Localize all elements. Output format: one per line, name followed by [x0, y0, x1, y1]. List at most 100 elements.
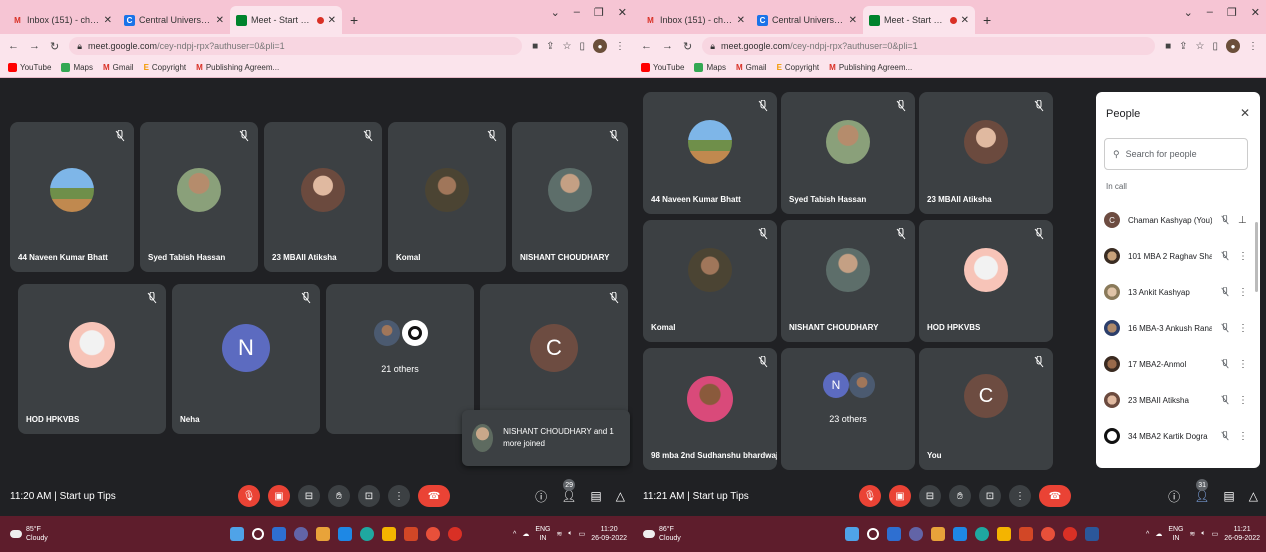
- store-icon[interactable]: [953, 527, 967, 541]
- info-icon[interactable]: ⓘ: [1168, 488, 1180, 505]
- bookmark-maps[interactable]: Maps: [694, 63, 726, 72]
- share-icon[interactable]: ⇪: [546, 41, 554, 52]
- leave-call-button[interactable]: ☎︎: [418, 485, 450, 507]
- profile-avatar[interactable]: ●: [1226, 39, 1240, 53]
- person-row[interactable]: 34 MBA2 Kartik Dogra ⋮: [1096, 418, 1254, 454]
- tab-gmail[interactable]: M Inbox (151) - chamankashyap19 ✕: [639, 6, 751, 34]
- weather-widget[interactable]: 86°F Cloudy: [643, 525, 681, 543]
- people-button[interactable]: 31 👤︎: [1194, 479, 1209, 503]
- word-icon[interactable]: [1085, 527, 1099, 541]
- activities-icon[interactable]: △: [1249, 489, 1258, 503]
- recorder-icon[interactable]: [448, 527, 462, 541]
- more-options-icon[interactable]: ⋮: [1238, 431, 1248, 442]
- folder-icon[interactable]: [997, 527, 1011, 541]
- participant-tile[interactable]: 98 mba 2nd Sudhanshu bhardwaj: [643, 348, 777, 470]
- camera-toggle-button[interactable]: ▣: [268, 485, 290, 507]
- windows-icon[interactable]: [230, 527, 244, 541]
- app-icon[interactable]: [404, 527, 418, 541]
- close-icon[interactable]: ✕: [216, 15, 224, 26]
- participant-tile[interactable]: HOD HPKVBS: [919, 220, 1053, 342]
- bookmark-publishing[interactable]: M Publishing Agreem...: [196, 63, 279, 72]
- menu-icon[interactable]: ⋮: [1248, 41, 1258, 52]
- new-tab-icon[interactable]: +: [342, 12, 366, 34]
- participant-tile[interactable]: 23 MBAII Atiksha: [264, 122, 382, 272]
- participant-group-tile[interactable]: 21 others: [326, 284, 474, 434]
- people-button[interactable]: 29 👤︎: [561, 479, 576, 503]
- address-bar[interactable]: 🔒︎ meet.google.com/cey-ndpj-rpx?authuser…: [69, 37, 523, 55]
- app-icon[interactable]: [1019, 527, 1033, 541]
- explorer-icon[interactable]: [316, 527, 330, 541]
- person-row[interactable]: 17 MBA2-Anmol ⋮: [1096, 346, 1254, 382]
- teams-icon[interactable]: [294, 527, 308, 541]
- clock[interactable]: 11:21 26-09-2022: [1224, 525, 1260, 543]
- sidepanel-icon[interactable]: ▯: [579, 41, 585, 52]
- pin-icon[interactable]: ⊥: [1238, 215, 1247, 226]
- bookmark-copyright[interactable]: E Copyright: [144, 63, 187, 72]
- chevron-up-icon[interactable]: ^: [1146, 531, 1149, 538]
- battery-icon[interactable]: ▭: [1212, 530, 1219, 538]
- teams-icon[interactable]: [909, 527, 923, 541]
- forward-icon[interactable]: →: [29, 40, 40, 52]
- bookmark-publishing[interactable]: M Publishing Agreem...: [829, 63, 912, 72]
- star-icon[interactable]: ☆: [563, 41, 572, 52]
- participant-tile[interactable]: Komal: [643, 220, 777, 342]
- mic-toggle-button[interactable]: 🎙︎: [238, 485, 260, 507]
- participant-tile[interactable]: NISHANT CHOUDHARY: [781, 220, 915, 342]
- chat-icon[interactable]: ▤: [1223, 489, 1234, 503]
- reload-icon[interactable]: ↻: [50, 40, 59, 53]
- close-icon[interactable]: ✕: [1240, 106, 1250, 120]
- tray-lang[interactable]: ENG: [1168, 526, 1183, 533]
- forward-icon[interactable]: →: [662, 40, 673, 52]
- camera-icon[interactable]: ■: [532, 41, 538, 52]
- minimize-icon[interactable]: –: [1207, 6, 1213, 19]
- windows-icon[interactable]: [845, 527, 859, 541]
- participant-tile[interactable]: Syed Tabish Hassan: [140, 122, 258, 272]
- restore-icon[interactable]: ❐: [1227, 6, 1237, 19]
- participant-tile[interactable]: NISHANT CHOUDHARY: [512, 122, 628, 272]
- folder-icon[interactable]: [382, 527, 396, 541]
- recorder-icon[interactable]: [1063, 527, 1077, 541]
- chrome-icon[interactable]: [1041, 527, 1055, 541]
- bookmark-youtube[interactable]: YouTube: [8, 63, 51, 72]
- chevron-down-icon[interactable]: ⌄: [551, 6, 560, 19]
- participant-tile[interactable]: 44 Naveen Kumar Bhatt: [10, 122, 134, 272]
- captions-button[interactable]: ⊟: [919, 485, 941, 507]
- person-row[interactable]: 101 MBA 2 Raghav Sharma ⋮: [1096, 238, 1254, 274]
- tab-meet[interactable]: Meet - Start up Tips ✕: [230, 6, 342, 34]
- leave-call-button[interactable]: ☎︎: [1039, 485, 1071, 507]
- back-icon[interactable]: ←: [8, 40, 19, 52]
- volume-icon[interactable]: 🔈︎: [1201, 530, 1205, 538]
- person-row[interactable]: 13 Ankit Kashyap ⋮: [1096, 274, 1254, 310]
- more-options-icon[interactable]: ⋮: [1238, 323, 1248, 334]
- explorer-icon[interactable]: [931, 527, 945, 541]
- participant-tile[interactable]: Syed Tabish Hassan: [781, 92, 915, 214]
- more-options-button[interactable]: ⋮: [1009, 485, 1031, 507]
- camera-icon[interactable]: ■: [1165, 41, 1171, 52]
- close-icon[interactable]: ✕: [849, 15, 857, 26]
- bookmark-maps[interactable]: Maps: [61, 63, 93, 72]
- more-options-icon[interactable]: ⋮: [1238, 287, 1248, 298]
- store-icon[interactable]: [338, 527, 352, 541]
- search-people-input[interactable]: ⚲ Search for people: [1104, 138, 1248, 170]
- search-icon[interactable]: [867, 528, 879, 540]
- wifi-icon[interactable]: ≋: [1189, 530, 1195, 538]
- restore-icon[interactable]: ❐: [594, 6, 604, 19]
- person-row[interactable]: 16 MBA-3 Ankush Rana ⋮: [1096, 310, 1254, 346]
- new-tab-icon[interactable]: +: [975, 12, 999, 34]
- close-icon[interactable]: ✕: [737, 15, 745, 26]
- raise-hand-button[interactable]: ✋︎: [328, 485, 350, 507]
- info-icon[interactable]: ⓘ: [535, 488, 547, 505]
- volume-icon[interactable]: 🔈︎: [568, 530, 572, 538]
- task-view-icon[interactable]: [272, 527, 286, 541]
- participant-tile[interactable]: 44 Naveen Kumar Bhatt: [643, 92, 777, 214]
- clock[interactable]: 11:20 26-09-2022: [591, 525, 627, 543]
- close-icon[interactable]: ✕: [104, 15, 112, 26]
- more-options-icon[interactable]: ⋮: [1238, 251, 1248, 262]
- address-bar[interactable]: 🔒︎ meet.google.com/cey-ndpj-rpx?authuser…: [702, 37, 1156, 55]
- more-options-icon[interactable]: ⋮: [1238, 395, 1248, 406]
- bookmark-gmail[interactable]: M Gmail: [103, 63, 134, 72]
- bookmark-youtube[interactable]: YouTube: [641, 63, 684, 72]
- self-tile[interactable]: C You: [919, 348, 1053, 470]
- participant-group-tile[interactable]: N 23 others: [781, 348, 915, 470]
- battery-icon[interactable]: ▭: [579, 530, 586, 538]
